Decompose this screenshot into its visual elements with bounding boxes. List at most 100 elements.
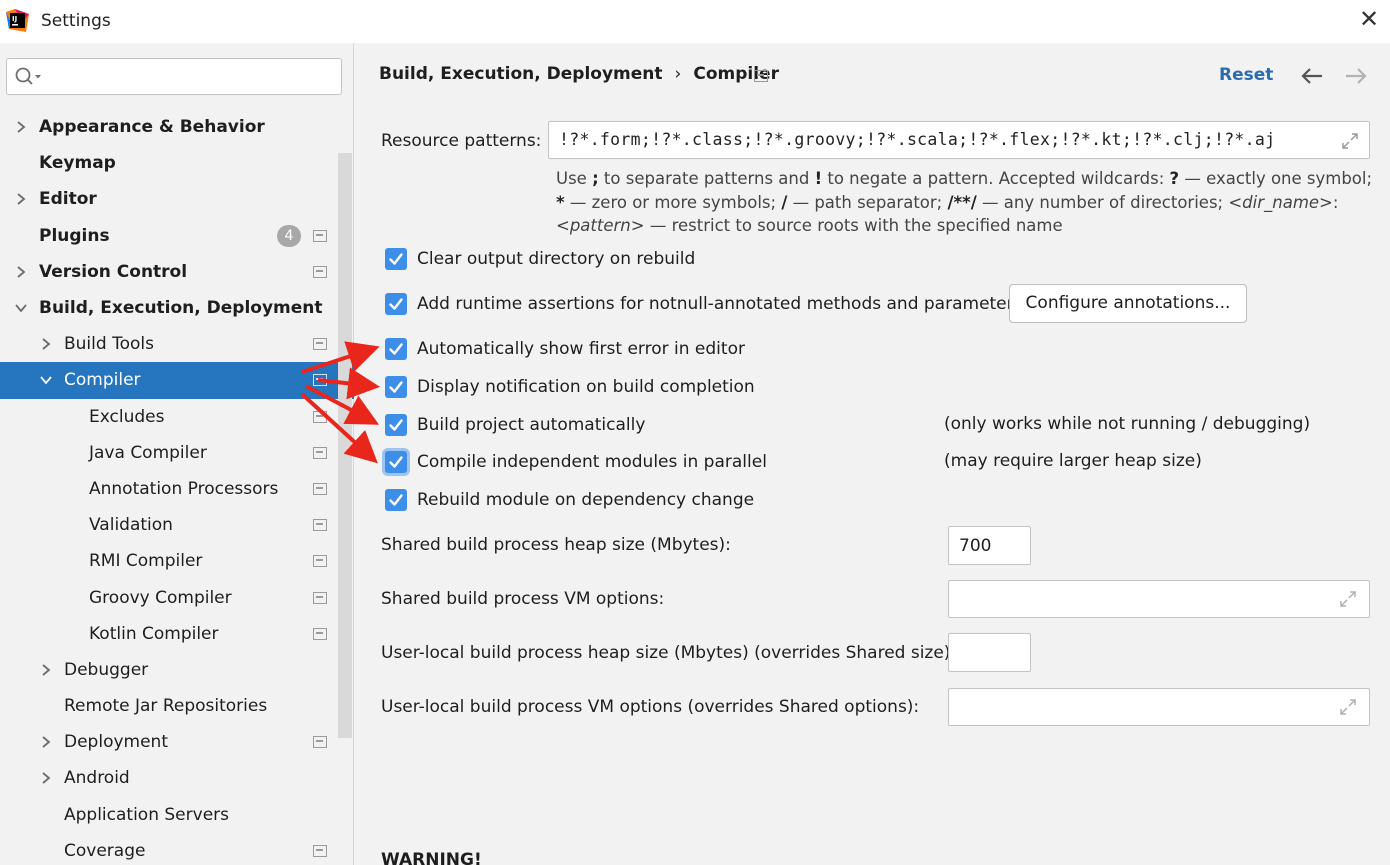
- project-scope-icon: [313, 519, 327, 532]
- project-scope-icon: [754, 70, 768, 82]
- chevron-right-icon[interactable]: [14, 265, 28, 279]
- project-scope-icon: [313, 374, 327, 387]
- checkmark-icon: [389, 343, 403, 355]
- shared-vm-input[interactable]: [948, 580, 1370, 618]
- option-display-notification-on-build-completion[interactable]: Display notification on build completion: [385, 375, 755, 399]
- sidebar-item-debugger[interactable]: Debugger: [0, 652, 354, 688]
- shared-heap-input[interactable]: 700: [948, 526, 1031, 565]
- sidebar-item-editor[interactable]: Editor: [0, 181, 354, 217]
- local-heap-input[interactable]: [948, 633, 1031, 672]
- chevron-down-icon[interactable]: [14, 301, 28, 315]
- sidebar-item-label: Build Tools: [64, 334, 154, 355]
- sidebar-item-label: Version Control: [39, 261, 188, 282]
- chevron-right-icon[interactable]: [39, 735, 53, 749]
- sidebar-item-android[interactable]: Android: [0, 760, 354, 796]
- local-vm-label: User-local build process VM options (ove…: [381, 697, 920, 717]
- sidebar-item-compiler[interactable]: Compiler: [0, 362, 354, 399]
- sidebar-item-kotlin-compiler[interactable]: Kotlin Compiler: [0, 616, 354, 652]
- forward-arrow-icon[interactable]: [1343, 65, 1369, 87]
- sidebar-item-deployment[interactable]: Deployment: [0, 724, 354, 760]
- project-scope-icon: [313, 482, 327, 495]
- checkbox[interactable]: [385, 376, 407, 398]
- sidebar-scrollbar[interactable]: [338, 153, 352, 738]
- window-title: Settings: [41, 11, 111, 31]
- sidebar-item-label: Debugger: [64, 659, 149, 680]
- sidebar-item-excludes[interactable]: Excludes: [0, 399, 354, 435]
- sidebar-item-label: Android: [64, 768, 130, 789]
- sidebar-item-label: Application Servers: [64, 804, 229, 825]
- expand-icon[interactable]: [1341, 132, 1359, 150]
- sidebar-item-label: Validation: [89, 515, 173, 536]
- configure-annotations-button[interactable]: Configure annotations...: [1009, 284, 1247, 323]
- checkbox[interactable]: [385, 293, 407, 315]
- sidebar-item-application-servers[interactable]: Application Servers: [0, 797, 354, 833]
- sidebar-item-annotation-processors[interactable]: Annotation Processors: [0, 471, 354, 507]
- compiler-settings-panel: Build, Execution, Deployment › Compiler Re…: [355, 43, 1390, 865]
- sidebar-item-version-control[interactable]: Version Control: [0, 254, 354, 290]
- sidebar-item-validation[interactable]: Validation: [0, 507, 354, 543]
- reset-link[interactable]: Reset: [1219, 65, 1273, 85]
- back-arrow-icon[interactable]: [1299, 65, 1325, 87]
- checkbox[interactable]: [385, 489, 407, 511]
- sidebar-item-remote-jar-repositories[interactable]: Remote Jar Repositories: [0, 688, 354, 724]
- chevron-right-icon[interactable]: [39, 663, 53, 677]
- option-rebuild-module-on-dependency-change[interactable]: Rebuild module on dependency change: [385, 488, 754, 512]
- option-add-runtime-assertions-for-notnull-annotated-methods-and-parameters[interactable]: Add runtime assertions for notnull-annot…: [385, 292, 1023, 316]
- local-vm-input[interactable]: [948, 688, 1370, 726]
- option-compile-independent-modules-in-parallel[interactable]: Compile independent modules in parallel: [385, 450, 767, 474]
- sidebar-item-plugins[interactable]: Plugins 4: [0, 218, 354, 254]
- warning-heading: WARNING!: [381, 850, 482, 865]
- chevron-right-icon[interactable]: [39, 771, 53, 785]
- checkbox[interactable]: [385, 451, 407, 473]
- sidebar-item-label: Remote Jar Repositories: [64, 696, 268, 717]
- sidebar-item-label: Java Compiler: [89, 442, 207, 463]
- resource-patterns-help: Use ; to separate patterns and ! to nega…: [556, 169, 1373, 235]
- checkmark-icon: [389, 419, 403, 431]
- sidebar-item-label: Keymap: [39, 153, 116, 174]
- expand-icon[interactable]: [1339, 698, 1357, 716]
- option-note: (only works while not running / debuggin…: [944, 414, 1311, 434]
- sidebar-item-rmi-compiler[interactable]: RMI Compiler: [0, 543, 354, 579]
- intellij-app-icon: IJ: [6, 9, 29, 32]
- checkmark-icon: [389, 253, 403, 265]
- option-label: Clear output directory on rebuild: [417, 249, 696, 269]
- sidebar-item-build-tools[interactable]: Build Tools: [0, 326, 354, 362]
- sidebar-item-coverage[interactable]: Coverage: [0, 833, 354, 865]
- option-clear-output-directory-on-rebuild[interactable]: Clear output directory on rebuild: [385, 247, 695, 271]
- sidebar-item-label: Excludes: [89, 406, 165, 427]
- close-icon[interactable]: ✕: [1358, 6, 1380, 32]
- shared-vm-label: Shared build process VM options:: [381, 589, 665, 609]
- sidebar-item-java-compiler[interactable]: Java Compiler: [0, 435, 354, 471]
- checkbox[interactable]: [385, 414, 407, 436]
- checkmark-icon: [389, 298, 403, 310]
- sidebar-item-appearance-behavior[interactable]: Appearance & Behavior: [0, 109, 354, 145]
- sidebar-item-label: Deployment: [64, 732, 168, 753]
- chevron-right-icon[interactable]: [14, 192, 28, 206]
- local-heap-label: User-local build process heap size (Mbyt…: [381, 643, 957, 663]
- breadcrumb-parent[interactable]: Build, Execution, Deployment: [379, 64, 663, 84]
- shared-heap-value: 700: [959, 536, 992, 556]
- search-icon: [15, 67, 41, 85]
- option-label: Rebuild module on dependency change: [417, 490, 755, 510]
- option-build-project-automatically[interactable]: Build project automatically: [385, 413, 645, 437]
- checkbox[interactable]: [385, 248, 407, 270]
- checkbox[interactable]: [385, 338, 407, 360]
- option-note: (may require larger heap size): [944, 451, 1202, 471]
- sidebar-item-label: Appearance & Behavior: [39, 117, 265, 138]
- sidebar-item-keymap[interactable]: Keymap: [0, 145, 354, 181]
- chevron-right-icon[interactable]: [39, 337, 53, 351]
- resource-patterns-input[interactable]: !?*.form;!?*.class;!?*.groovy;!?*.scala;…: [548, 121, 1370, 159]
- sidebar-item-build-execution-deployment[interactable]: Build, Execution, Deployment: [0, 290, 354, 326]
- expand-icon[interactable]: [1339, 590, 1357, 608]
- resource-patterns-value: !?*.form;!?*.class;!?*.groovy;!?*.scala;…: [559, 130, 1276, 149]
- sidebar-item-label: Plugins: [39, 225, 110, 246]
- sidebar-item-groovy-compiler[interactable]: Groovy Compiler: [0, 579, 354, 615]
- option-label: Add runtime assertions for notnull-annot…: [417, 294, 1023, 314]
- project-scope-icon: [313, 591, 327, 604]
- resource-patterns-label: Resource patterns:: [381, 131, 542, 151]
- option-automatically-show-first-error-in-editor[interactable]: Automatically show first error in editor: [385, 337, 745, 361]
- search-input[interactable]: [6, 58, 342, 95]
- option-label: Display notification on build completion: [417, 377, 755, 397]
- chevron-down-icon[interactable]: [39, 373, 53, 387]
- chevron-right-icon[interactable]: [14, 120, 28, 134]
